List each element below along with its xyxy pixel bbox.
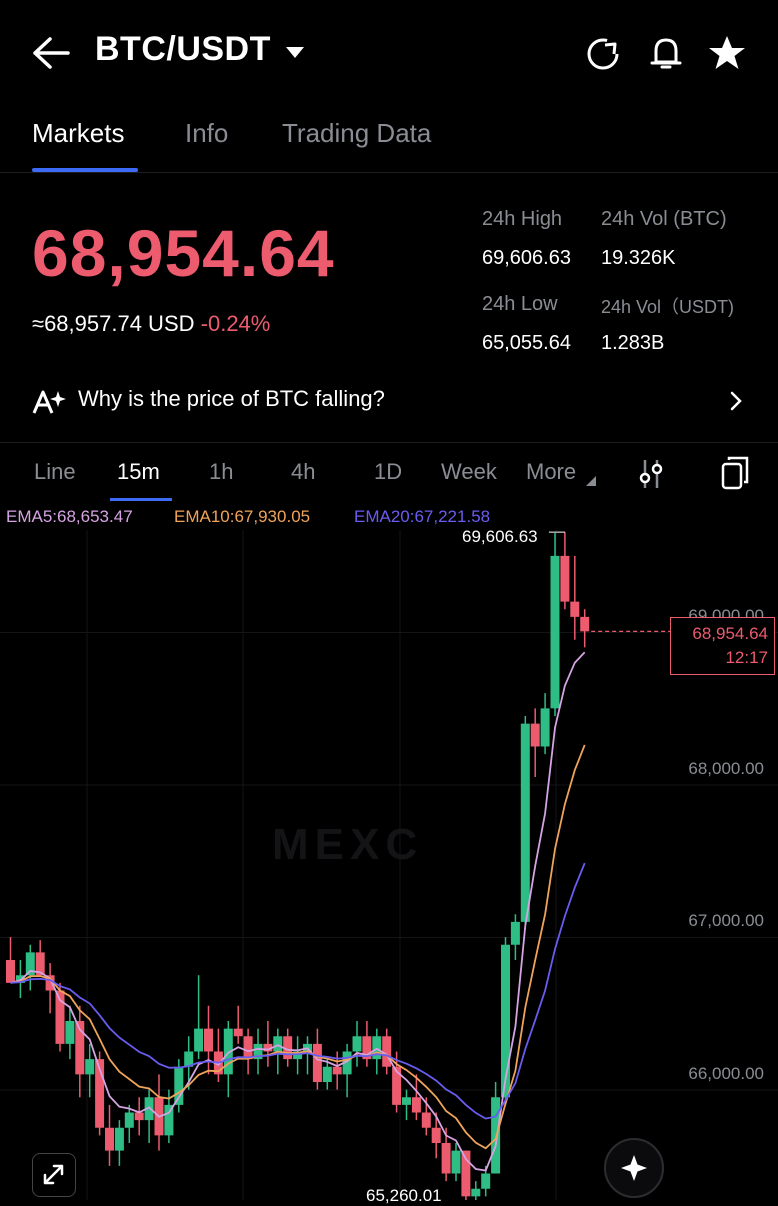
candle-body	[194, 1028, 204, 1052]
candle-body	[124, 1112, 134, 1128]
candle-body	[491, 1097, 501, 1174]
indicator-settings-icon[interactable]	[636, 458, 666, 490]
candle-body	[560, 555, 570, 602]
fullscreen-button[interactable]	[32, 1153, 76, 1197]
expand-icon	[43, 1164, 64, 1185]
high-value: 69,606.63	[482, 247, 571, 269]
refresh-icon[interactable]	[585, 36, 621, 72]
bell-icon[interactable]	[648, 34, 684, 72]
interval-15m[interactable]: 15m	[117, 459, 160, 485]
candle-body	[105, 1127, 114, 1151]
candle-body	[421, 1112, 431, 1128]
candle-body	[580, 616, 590, 632]
candle-body	[322, 1066, 332, 1082]
candle-body	[233, 1028, 243, 1037]
candle-body	[550, 555, 560, 709]
candle-body	[114, 1127, 124, 1151]
low-label: 24h Low	[482, 293, 558, 315]
candle-body	[382, 1036, 392, 1067]
interval-line[interactable]: Line	[34, 459, 76, 485]
candle-body	[451, 1150, 461, 1174]
tab-markets[interactable]: Markets	[32, 118, 124, 149]
ema20-label: EMA20:67,221.58	[354, 507, 491, 526]
ema10-label: EMA10:67,930.05	[174, 507, 311, 526]
high-label: 24h High	[482, 208, 563, 230]
candle-body	[204, 1028, 213, 1052]
candle-body	[352, 1036, 362, 1052]
candle-body	[570, 601, 580, 617]
candle-body	[540, 708, 550, 747]
price-change: -0.24%	[200, 311, 271, 336]
candle-body	[530, 723, 540, 747]
candle-body	[520, 723, 530, 922]
caret-down-icon[interactable]	[284, 44, 306, 60]
y-axis-label-67000: 67,000.00	[688, 911, 764, 930]
y-axis-label-68000: 68,000.00	[688, 759, 764, 778]
candle-body	[402, 1097, 411, 1105]
candle-body	[471, 1188, 481, 1197]
candle-body	[243, 1036, 253, 1060]
interval-more[interactable]: More	[526, 459, 576, 485]
interval-4h[interactable]: 4h	[291, 459, 315, 485]
candle-body	[481, 1173, 491, 1189]
back-arrow-icon[interactable]	[30, 35, 72, 71]
candle-countdown: 12:17	[725, 648, 768, 667]
vol-btc-label: 24h Vol (BTC)	[601, 208, 727, 230]
current-price-tag: 68,954.64 12:17	[670, 617, 775, 675]
vol-usdt-label: 24h Vol（USDT)	[601, 297, 735, 317]
current-price-tag-value: 68,954.64	[692, 624, 768, 643]
fiat-price: ≈68,957.74 USD -0.24%	[32, 311, 270, 337]
candle-body	[510, 921, 520, 945]
pair-title[interactable]: BTC/USDT	[95, 30, 271, 69]
candle-body	[6, 960, 15, 983]
low-value: 65,055.64	[482, 332, 571, 354]
tab-info[interactable]: Info	[185, 118, 228, 149]
high-marker-label: 69,606.63	[462, 527, 538, 546]
candle-body	[174, 1066, 184, 1105]
low-marker-label: 65,260.01	[366, 1186, 442, 1205]
interval-1d[interactable]: 1D	[374, 459, 402, 485]
divider	[0, 172, 778, 173]
ai-sparkle-icon	[32, 390, 66, 414]
ema5-label: EMA5:68,653.47	[6, 507, 133, 526]
vol-btc-value: 19.326K	[601, 247, 676, 269]
candle-body	[411, 1097, 421, 1113]
candlestick-chart[interactable]	[0, 530, 778, 1200]
interval-indicator	[110, 498, 172, 501]
ai-assistant-button[interactable]	[604, 1138, 664, 1198]
divider	[0, 442, 778, 443]
copy-layout-icon[interactable]	[720, 456, 750, 490]
sparkle-icon	[621, 1155, 647, 1181]
candle-body	[312, 1043, 322, 1082]
interval-1h[interactable]: 1h	[209, 459, 233, 485]
candle-body	[85, 1059, 95, 1075]
y-axis-label-66000: 66,000.00	[688, 1064, 764, 1083]
candle-body	[332, 1066, 342, 1075]
candle-body	[431, 1127, 441, 1143]
candle-body	[273, 1036, 283, 1052]
interval-week[interactable]: Week	[441, 459, 497, 485]
candle-body	[441, 1143, 451, 1174]
more-caret-icon	[586, 476, 596, 486]
candle-body	[65, 1021, 75, 1044]
insight-link[interactable]: Why is the price of BTC falling?	[78, 386, 385, 412]
candle-body	[134, 1112, 144, 1121]
fiat-value: ≈68,957.74 USD	[32, 311, 195, 336]
vol-usdt-value: 1.283B	[601, 332, 665, 354]
star-icon[interactable]	[707, 34, 747, 72]
last-price: 68,954.64	[32, 216, 335, 290]
tab-trading-data[interactable]: Trading Data	[282, 118, 431, 149]
chevron-right-icon[interactable]	[728, 390, 744, 412]
